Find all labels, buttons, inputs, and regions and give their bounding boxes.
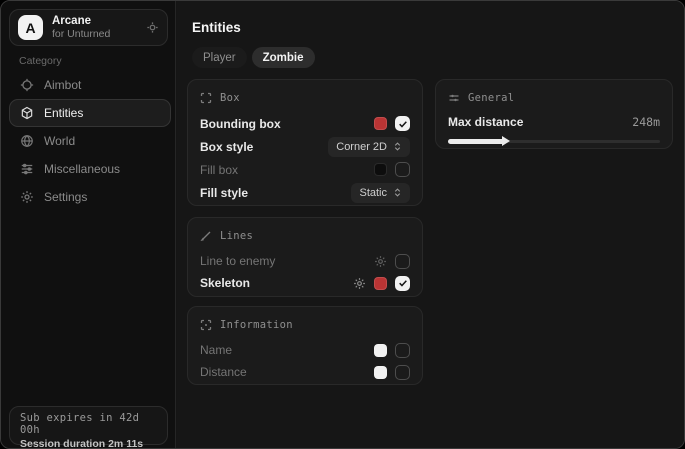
gear-icon (20, 190, 34, 204)
subscription-card: Sub expires in 42d 00h Session duration … (9, 406, 168, 445)
tab-player[interactable]: Player (192, 47, 247, 68)
chevron-up-down-icon (393, 142, 402, 151)
setting-row-skeleton: Skeleton (200, 272, 410, 294)
color-swatch[interactable] (374, 344, 387, 357)
fill-style-dropdown[interactable]: Static (351, 183, 410, 203)
setting-row-name: Name (200, 339, 410, 361)
sidebar-item-entities[interactable]: Entities (9, 99, 171, 127)
frame-corners-icon (200, 92, 212, 104)
sidebar-item-label: Miscellaneous (44, 162, 120, 176)
page-title: Entities (192, 20, 241, 35)
setting-row-fill-box: Fill box (200, 158, 410, 181)
sidebar-item-label: Aimbot (44, 78, 81, 92)
slider-fill (448, 139, 503, 144)
lines-panel: Lines Line to enemy Skeleton (187, 217, 423, 297)
sidebar-item-label: Settings (44, 190, 87, 204)
panel-title: General (468, 92, 514, 104)
session-duration-text: Session duration 2m 11s (20, 438, 157, 449)
cube-icon (20, 106, 34, 120)
panel-title: Box (220, 92, 240, 104)
panel-title: Information (220, 319, 293, 331)
tab-bar: Player Zombie (192, 47, 315, 68)
sidebar-item-aimbot[interactable]: Aimbot (9, 71, 171, 99)
sidebar-nav: Aimbot Entities World Miscellaneous (9, 71, 171, 211)
distance-checkbox[interactable] (395, 365, 410, 380)
scan-dot-icon (200, 319, 212, 331)
fill-box-checkbox[interactable] (395, 162, 410, 177)
box-style-dropdown[interactable]: Corner 2D (328, 137, 410, 157)
slider-thumb[interactable] (502, 136, 510, 146)
globe-icon (20, 134, 34, 148)
app-subtitle: for Unturned (52, 28, 146, 40)
gear-icon[interactable] (353, 277, 366, 290)
setting-row-box-style: Box style Corner 2D (200, 135, 410, 158)
setting-row-distance: Distance (200, 361, 410, 383)
setting-row-bounding-box: Bounding box (200, 112, 410, 135)
crosshair-icon (20, 78, 34, 92)
name-checkbox[interactable] (395, 343, 410, 358)
box-panel: Box Bounding box Box style Corner 2D (187, 79, 423, 206)
line-to-enemy-checkbox[interactable] (395, 254, 410, 269)
app-window: A Arcane for Unturned Category Aimbot (0, 0, 685, 449)
app-header-card: A Arcane for Unturned (9, 9, 168, 46)
color-swatch[interactable] (374, 117, 387, 130)
information-panel: Information Name Distance (187, 306, 423, 385)
main-content: Entities Player Zombie Box Bounding box (177, 1, 684, 448)
sliders-icon (448, 92, 460, 104)
diagonal-line-icon (200, 230, 212, 242)
color-swatch[interactable] (374, 163, 387, 176)
sidebar: A Arcane for Unturned Category Aimbot (1, 1, 176, 448)
panel-title: Lines (220, 230, 253, 242)
color-swatch[interactable] (374, 366, 387, 379)
sliders-grid-icon (20, 162, 34, 176)
sidebar-item-world[interactable]: World (9, 127, 171, 155)
sidebar-item-label: World (44, 134, 75, 148)
app-logo: A (18, 15, 43, 40)
bounding-box-checkbox[interactable] (395, 116, 410, 131)
sub-expiry-text: Sub expires in 42d 00h (20, 412, 157, 436)
skeleton-checkbox[interactable] (395, 276, 410, 291)
sidebar-item-miscellaneous[interactable]: Miscellaneous (9, 155, 171, 183)
sidebar-item-label: Entities (44, 106, 83, 120)
max-distance-slider[interactable] (448, 135, 660, 147)
general-panel: General Max distance 248m (435, 79, 673, 149)
gear-icon[interactable] (374, 255, 387, 268)
max-distance-row: Max distance 248m (448, 112, 660, 132)
refresh-icon[interactable] (146, 21, 159, 34)
setting-row-fill-style: Fill style Static (200, 181, 410, 204)
tab-zombie[interactable]: Zombie (252, 47, 315, 68)
app-title: Arcane (52, 15, 146, 28)
category-label: Category (19, 55, 62, 67)
color-swatch[interactable] (374, 277, 387, 290)
max-distance-value: 248m (632, 115, 660, 129)
sidebar-item-settings[interactable]: Settings (9, 183, 171, 211)
setting-row-line-to-enemy: Line to enemy (200, 250, 410, 272)
chevron-up-down-icon (393, 188, 402, 197)
